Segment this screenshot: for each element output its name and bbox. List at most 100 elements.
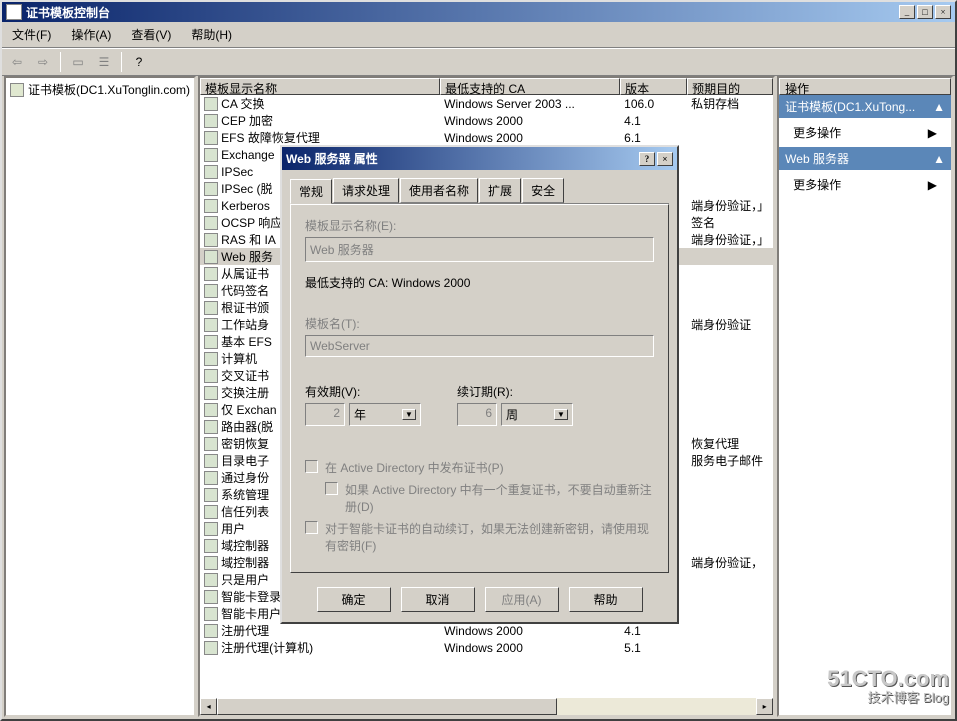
col-display-name[interactable]: 模板显示名称: [200, 78, 440, 95]
reenroll-checkbox-row: 如果 Active Directory 中有一个重复证书，不要自动重新注册(D): [325, 481, 654, 515]
display-name-input: Web 服务器: [305, 237, 654, 262]
template-icon: [204, 165, 218, 179]
dialog-close-button[interactable]: ×: [657, 152, 673, 166]
list-button[interactable]: ☰: [93, 51, 115, 73]
list-item[interactable]: EFS 故障恢复代理Windows 20006.1: [200, 129, 773, 146]
row-name: 计算机: [221, 350, 257, 367]
publish-label: 在 Active Directory 中发布证书(P): [325, 459, 504, 476]
row-version: 6.1: [620, 131, 687, 145]
cancel-button[interactable]: 取消: [401, 587, 475, 612]
maximize-button[interactable]: □: [917, 5, 933, 19]
reenroll-checkbox: [325, 482, 338, 495]
template-icon: [204, 420, 218, 434]
row-name: IPSec (脱: [221, 180, 272, 197]
tab-security[interactable]: 安全: [522, 178, 564, 203]
minimize-button[interactable]: _: [899, 5, 915, 19]
col-version[interactable]: 版本: [620, 78, 687, 95]
row-name: RAS 和 IA: [221, 231, 276, 248]
actions-more-2[interactable]: 更多操作 ▶: [779, 170, 951, 199]
toolbar: ⇦ ⇨ ▭ ☰ ?: [2, 48, 955, 76]
dialog-body: 模板显示名称(E): Web 服务器 最低支持的 CA: Windows 200…: [290, 204, 669, 573]
folder-button[interactable]: ▭: [67, 51, 89, 73]
help-button[interactable]: 帮助: [569, 587, 643, 612]
list-item[interactable]: CEP 加密Windows 20004.1: [200, 112, 773, 129]
menu-view[interactable]: 查看(V): [127, 24, 175, 45]
col-purpose[interactable]: 预期目的: [687, 78, 773, 95]
row-ca: Windows 2000: [440, 641, 620, 655]
row-name: 只是用户: [221, 571, 269, 588]
row-ca: Windows 2000: [440, 624, 620, 638]
row-name: CA 交换: [221, 95, 264, 112]
scroll-right-icon[interactable]: ▸: [756, 698, 773, 715]
template-icon: [204, 148, 218, 162]
tab-general[interactable]: 常规: [290, 179, 332, 204]
collapse-icon: ▲: [933, 100, 945, 114]
tree-root[interactable]: 证书模板(DC1.XuTonglin.com): [6, 78, 194, 101]
collapse-icon: ▲: [933, 152, 945, 166]
tab-subject[interactable]: 使用者名称: [400, 178, 478, 203]
row-name: OCSP 响应: [221, 214, 282, 231]
actions-section-templates[interactable]: 证书模板(DC1.XuTong... ▲: [779, 95, 951, 118]
chevron-down-icon: ▼: [554, 409, 568, 420]
expand-icon: ▶: [928, 178, 937, 192]
forward-button: ⇨: [32, 51, 54, 73]
row-name: 根证书颁: [221, 299, 269, 316]
dialog-buttons: 确定 取消 应用(A) 帮助: [282, 581, 677, 622]
list-item[interactable]: CA 交换Windows Server 2003 ...106.0私钥存档: [200, 95, 773, 112]
row-name: 智能卡登录: [221, 588, 281, 605]
col-min-ca[interactable]: 最低支持的 CA: [440, 78, 620, 95]
row-name: 信任列表: [221, 503, 269, 520]
menu-help[interactable]: 帮助(H): [187, 24, 236, 45]
row-purpose: 端身份验证，」: [687, 231, 773, 248]
template-icon: [204, 607, 218, 621]
tree-pane[interactable]: 证书模板(DC1.XuTonglin.com): [4, 76, 196, 717]
template-icon: [204, 556, 218, 570]
list-item[interactable]: 注册代理Windows 20004.1: [200, 622, 773, 639]
template-icon: [204, 284, 218, 298]
template-icon: [204, 624, 218, 638]
app-icon: [6, 4, 22, 20]
ok-button[interactable]: 确定: [317, 587, 391, 612]
row-name: 注册代理(计算机): [221, 639, 313, 656]
actions-item-label: 更多操作: [793, 176, 841, 193]
row-name: 交叉证书: [221, 367, 269, 384]
horizontal-scrollbar[interactable]: ◂ ▸: [200, 698, 773, 715]
row-name: 基本 EFS: [221, 333, 272, 350]
close-button[interactable]: ×: [935, 5, 951, 19]
row-name: 域控制器: [221, 554, 269, 571]
tab-extensions[interactable]: 扩展: [479, 178, 521, 203]
actions-section-webserver[interactable]: Web 服务器 ▲: [779, 147, 951, 170]
scroll-thumb[interactable]: [217, 698, 557, 715]
list-item[interactable]: 注册代理(计算机)Windows 20005.1: [200, 639, 773, 656]
menu-file[interactable]: 文件(F): [8, 24, 55, 45]
template-icon: [204, 488, 218, 502]
window-title: 证书模板控制台: [26, 4, 899, 21]
row-name: 智能卡用户: [221, 605, 281, 622]
tab-request[interactable]: 请求处理: [333, 178, 399, 203]
template-icon: [204, 573, 218, 587]
scroll-left-icon[interactable]: ◂: [200, 698, 217, 715]
renewal-label: 续订期(R):: [457, 383, 573, 400]
actions-header: 操作: [779, 78, 951, 95]
row-ca: Windows Server 2003 ...: [440, 97, 620, 111]
watermark-top: 51CTO.com: [827, 667, 949, 691]
smartcard-label: 对于智能卡证书的自动续订，如果无法创建新密钥，请使用现有密钥(F): [325, 520, 654, 554]
back-button[interactable]: ⇦: [6, 51, 28, 73]
template-icon: [204, 590, 218, 604]
row-name: Kerberos: [221, 199, 270, 213]
help-button[interactable]: ?: [128, 51, 150, 73]
actions-more-1[interactable]: 更多操作 ▶: [779, 118, 951, 147]
template-icon: [204, 352, 218, 366]
menu-action[interactable]: 操作(A): [67, 24, 115, 45]
row-name: 通过身份: [221, 469, 269, 486]
template-icon: [204, 114, 218, 128]
min-ca-text: 最低支持的 CA: Windows 2000: [305, 274, 654, 291]
validity-unit: 年: [354, 406, 366, 423]
dialog-help-button[interactable]: ?: [639, 152, 655, 166]
menubar: 文件(F) 操作(A) 查看(V) 帮助(H): [2, 22, 955, 48]
template-icon: [204, 369, 218, 383]
row-purpose: 恢复代理: [687, 435, 773, 452]
actions-item-label: 更多操作: [793, 124, 841, 141]
dialog-titlebar: Web 服务器 属性 ? ×: [282, 147, 677, 170]
row-name: 域控制器: [221, 537, 269, 554]
